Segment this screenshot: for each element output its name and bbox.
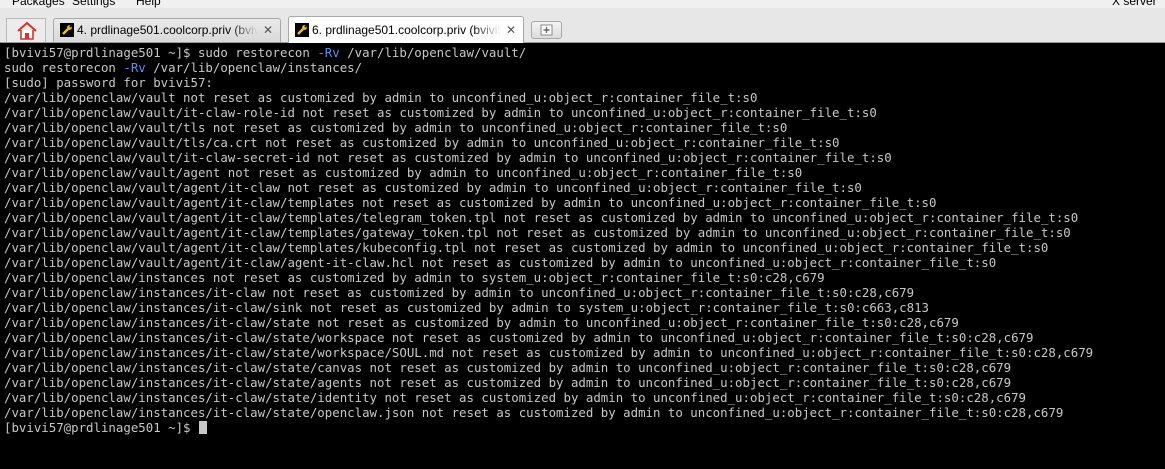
terminal-line: /var/lib/openclaw/instances/it-claw/sink… (4, 300, 1093, 315)
terminal-line: [bvivi57@prdlinage501 ~]$ sudo restoreco… (4, 45, 1093, 60)
terminal-line: /var/lib/openclaw/instances/it-claw/stat… (4, 360, 1093, 375)
terminal-text-segment: /var/lib/openclaw/vault/it-claw-secret-i… (4, 150, 892, 165)
terminal-line: /var/lib/openclaw/vault/agent/it-claw/ag… (4, 255, 1093, 270)
terminal-text-segment: /var/lib/openclaw/instances/it-claw/stat… (4, 375, 1012, 390)
menu-item-packages[interactable]: Packages (12, 0, 65, 8)
terminal-line: /var/lib/openclaw/instances/it-claw/stat… (4, 390, 1093, 405)
terminal-text-segment: /var/lib/openclaw/instances/ (145, 60, 363, 75)
menu-item-help[interactable]: Help (136, 0, 161, 8)
terminal-cursor (198, 421, 207, 434)
tab-session-4[interactable]: 4. prdlinage501.coolcorp.priv (bvivi57) … (53, 18, 281, 42)
terminal-line: /var/lib/openclaw/vault/agent/it-claw/te… (4, 195, 1093, 210)
terminal-text-segment: sudo restorecon (4, 60, 124, 75)
terminal-text-segment: /var/lib/openclaw/instances not reset as… (4, 270, 825, 285)
home-button[interactable] (6, 18, 46, 42)
new-tab-button[interactable] (531, 21, 562, 39)
shell-prompt: [bvivi57@prdlinage501 ~]$ (4, 420, 198, 435)
terminal-text-segment: /var/lib/openclaw/instances/it-claw/stat… (4, 390, 1026, 405)
terminal-text-segment: [sudo] password for bvivi57: (4, 75, 213, 90)
terminal-line: /var/lib/openclaw/instances not reset as… (4, 270, 1093, 285)
wrench-icon (295, 23, 309, 37)
terminal-text-segment: /var/lib/openclaw/instances/it-claw/stat… (4, 315, 959, 330)
tab-bar: 4. prdlinage501.coolcorp.priv (bvivi57) … (0, 8, 1165, 43)
wrench-icon (60, 23, 74, 37)
terminal-text-segment: [bvivi57@prdlinage501 ~]$ sudo restoreco… (4, 45, 318, 60)
terminal-text-segment: /var/lib/openclaw/instances/it-claw/stat… (4, 345, 1094, 360)
terminal-line: /var/lib/openclaw/vault/agent/it-claw/te… (4, 240, 1093, 255)
terminal-text: [bvivi57@prdlinage501 ~]$ sudo restoreco… (4, 45, 1093, 435)
terminal-line: /var/lib/openclaw/instances/it-claw not … (4, 285, 1093, 300)
terminal-line: /var/lib/openclaw/instances/it-claw/stat… (4, 405, 1093, 420)
terminal-text-segment: /var/lib/openclaw/vault not reset as cus… (4, 90, 758, 105)
terminal-text-segment: /var/lib/openclaw/vault/agent not reset … (4, 165, 803, 180)
terminal-text-segment: /var/lib/openclaw/vault/agent/it-claw/te… (4, 210, 1079, 225)
terminal-text-segment: /var/lib/openclaw/vault/agent/it-claw no… (4, 180, 862, 195)
menu-item-settings[interactable]: Settings (72, 0, 115, 8)
terminal-text-segment: /var/lib/openclaw/instances/it-claw/sink… (4, 300, 930, 315)
terminal-line: [sudo] password for bvivi57: (4, 75, 1093, 90)
terminal-line: /var/lib/openclaw/instances/it-claw/stat… (4, 345, 1093, 360)
tab-session-6[interactable]: 6. prdlinage501.coolcorp.priv (bvivi57) … (288, 16, 524, 43)
command-flag: -Rv (317, 45, 340, 60)
terminal-output[interactable]: [bvivi57@prdlinage501 ~]$ sudo restoreco… (0, 43, 1165, 469)
close-icon[interactable]: ✕ (505, 24, 517, 36)
terminal-text-segment: /var/lib/openclaw/vault/tls/ca.crt not r… (4, 135, 840, 150)
terminal-line: /var/lib/openclaw/vault/tls not reset as… (4, 120, 1093, 135)
tab-label: 4. prdlinage501.coolcorp.priv (bvivi57) (77, 23, 258, 37)
terminal-text-segment: /var/lib/openclaw/vault/ (339, 45, 527, 60)
terminal-text-segment: /var/lib/openclaw/vault/agent/it-claw/te… (4, 225, 1071, 240)
terminal-text-segment: /var/lib/openclaw/vault/tls not reset as… (4, 120, 788, 135)
terminal-text-segment: /var/lib/openclaw/instances/it-claw not … (4, 285, 915, 300)
close-icon[interactable]: ✕ (262, 24, 274, 36)
terminal-line: /var/lib/openclaw/vault/tls/ca.crt not r… (4, 135, 1093, 150)
home-icon (17, 21, 37, 40)
menu-bar: Packages Settings Help X server (0, 0, 1165, 8)
tab-label: 6. prdlinage501.coolcorp.priv (bvivi57) (312, 23, 501, 37)
command-flag: -Rv (123, 60, 146, 75)
terminal-text-segment: /var/lib/openclaw/vault/it-claw-role-id … (4, 105, 877, 120)
terminal-line: /var/lib/openclaw/vault not reset as cus… (4, 90, 1093, 105)
terminal-line: /var/lib/openclaw/vault/it-claw-role-id … (4, 105, 1093, 120)
terminal-line: /var/lib/openclaw/vault/agent/it-claw/te… (4, 225, 1093, 240)
terminal-line: /var/lib/openclaw/vault/agent/it-claw no… (4, 180, 1093, 195)
terminal-line: /var/lib/openclaw/vault/agent not reset … (4, 165, 1093, 180)
terminal-text-segment: /var/lib/openclaw/vault/agent/it-claw/te… (4, 240, 1049, 255)
terminal-line: /var/lib/openclaw/instances/it-claw/stat… (4, 330, 1093, 345)
x-server-label[interactable]: X server (1112, 0, 1157, 8)
terminal-line: /var/lib/openclaw/vault/it-claw-secret-i… (4, 150, 1093, 165)
terminal-line: /var/lib/openclaw/instances/it-claw/stat… (4, 375, 1093, 390)
plus-icon (540, 24, 553, 36)
terminal-prompt-line[interactable]: [bvivi57@prdlinage501 ~]$ (4, 420, 1093, 435)
terminal-text-segment: /var/lib/openclaw/vault/agent/it-claw/te… (4, 195, 937, 210)
terminal-text-segment: /var/lib/openclaw/instances/it-claw/stat… (4, 405, 1064, 420)
terminal-line: /var/lib/openclaw/vault/agent/it-claw/te… (4, 210, 1093, 225)
terminal-text-segment: /var/lib/openclaw/vault/agent/it-claw/ag… (4, 255, 997, 270)
terminal-text-segment: /var/lib/openclaw/instances/it-claw/stat… (4, 330, 1034, 345)
terminal-line: sudo restorecon -Rv /var/lib/openclaw/in… (4, 60, 1093, 75)
terminal-line: /var/lib/openclaw/instances/it-claw/stat… (4, 315, 1093, 330)
terminal-text-segment: /var/lib/openclaw/instances/it-claw/stat… (4, 360, 1012, 375)
